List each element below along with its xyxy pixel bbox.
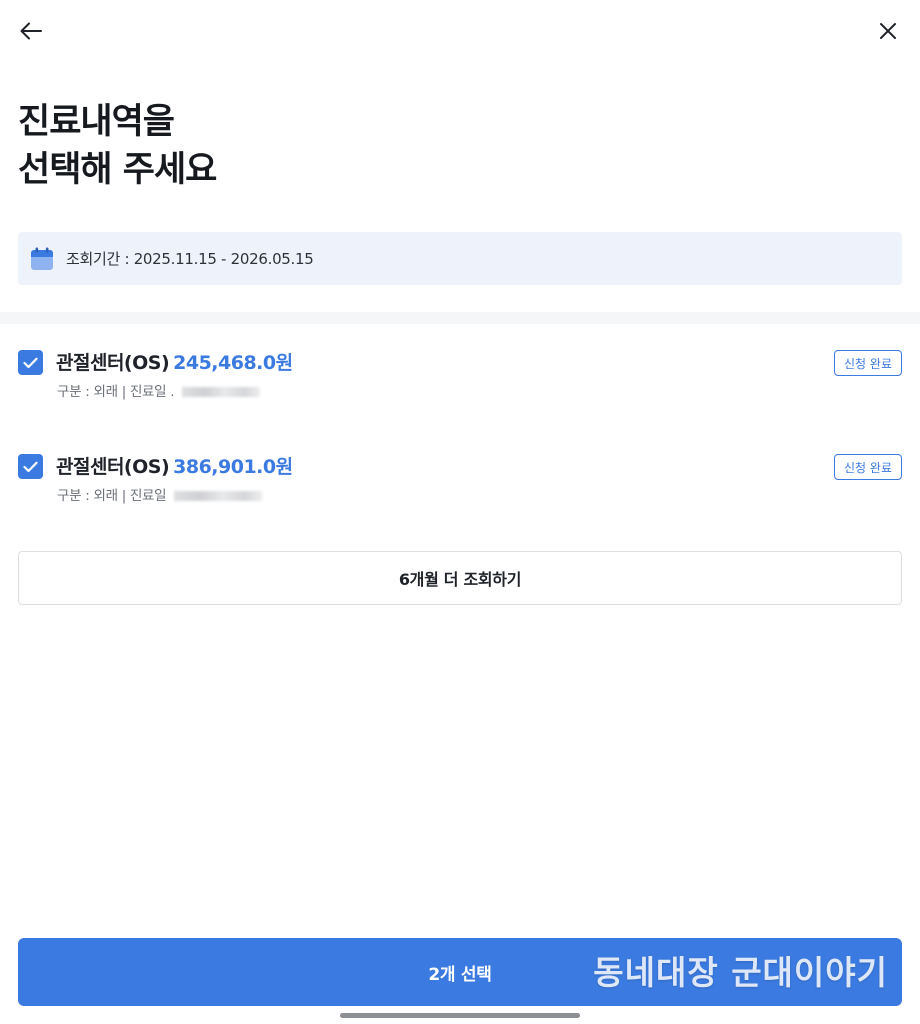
blurred-date — [174, 491, 263, 501]
arrow-left-icon — [20, 22, 42, 40]
select-confirm-button[interactable]: 2개 선택 동네대장 군대이야기 — [18, 938, 902, 1006]
list-item[interactable]: 관절센터(OS) 245,468.0원 구분 : 외래 | 진료일 . 신청 완료 — [18, 346, 902, 406]
calendar-icon — [31, 247, 53, 270]
status-badge: 신청 완료 — [834, 454, 902, 480]
record-category-date: 구분 : 외래 | 진료일 . — [57, 384, 175, 400]
record-title: 관절센터(OS) 386,901.0원 — [56, 452, 293, 479]
home-indicator[interactable] — [340, 1013, 580, 1018]
record-details: 구분 : 외래 | 진료일 — [57, 484, 263, 504]
query-period-box: 조회기간 : 2025.11.15 - 2026.05.15 — [18, 232, 902, 285]
record-details: 구분 : 외래 | 진료일 . — [57, 380, 261, 400]
page-title-line-2: 선택해 주세요 — [18, 150, 217, 190]
page-title-line-1: 진료내역을 — [18, 102, 175, 142]
record-amount: 245,468.0원 — [173, 352, 293, 374]
record-department: 관절센터(OS) — [56, 352, 170, 374]
list-item[interactable]: 관절센터(OS) 386,901.0원 구분 : 외래 | 진료일 신청 완료 — [18, 450, 902, 510]
record-checkbox[interactable] — [18, 454, 43, 479]
watermark-text: 동네대장 군대이야기 — [593, 953, 888, 992]
record-checkbox[interactable] — [18, 350, 43, 375]
close-icon — [880, 23, 896, 39]
load-more-button[interactable]: 6개월 더 조회하기 — [18, 551, 902, 605]
blurred-date — [182, 387, 261, 397]
check-icon — [23, 357, 38, 368]
select-confirm-label: 2개 선택 — [428, 964, 492, 985]
section-divider — [0, 312, 920, 324]
record-category-date: 구분 : 외래 | 진료일 — [57, 488, 167, 504]
page-title: 진료내역을 선택해 주세요 — [18, 98, 217, 194]
top-bar — [0, 0, 920, 62]
record-department: 관절센터(OS) — [56, 456, 170, 478]
check-icon — [23, 461, 38, 472]
close-button[interactable] — [868, 11, 908, 51]
record-amount: 386,901.0원 — [173, 456, 293, 478]
status-badge: 신청 완료 — [834, 350, 902, 376]
record-title: 관절센터(OS) 245,468.0원 — [56, 348, 293, 375]
back-button[interactable] — [11, 11, 51, 51]
query-period-text: 조회기간 : 2025.11.15 - 2026.05.15 — [66, 250, 314, 268]
